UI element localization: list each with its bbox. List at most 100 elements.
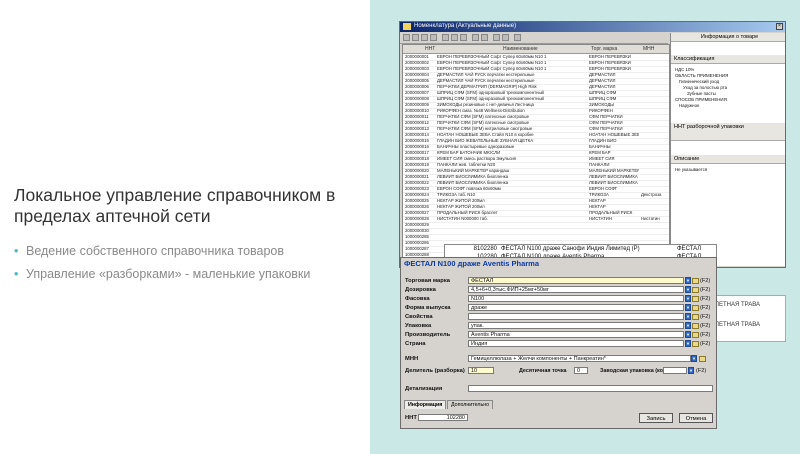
chevron-down-icon[interactable]: ▼ <box>685 304 691 311</box>
mnn-row: МНН Гемицеллюлаза + Желчи компоненты + П… <box>401 355 716 363</box>
field-label: Упаковка <box>405 323 432 329</box>
column-header-nnt[interactable]: ННТ <box>425 46 435 52</box>
tab-additional[interactable]: Дополнительно <box>447 400 494 409</box>
field-label: Форма выпуска <box>405 305 451 311</box>
window-title: Номенклатура (Актуальные данные) <box>414 23 517 29</box>
table-cell: ЕВРОН СОФТ <box>589 186 618 191</box>
factory-pack-field[interactable] <box>663 367 687 374</box>
field-input[interactable]: Aventis Pharma <box>468 331 684 338</box>
field-input[interactable]: 4,5+6+0,3тыс.ФИП+25мг+50мг <box>468 286 684 293</box>
table-cell: 2000000004 <box>405 72 429 77</box>
table-cell: ГЛАДИН БИО ЖЕВАТЕЛЬНЫЕ ЗУБНАЯ ЩЕТКА <box>437 138 534 143</box>
print-icon[interactable] <box>451 34 458 41</box>
nomenclature-grid[interactable]: ННТ Наименование Торг. марка МНН 2000000… <box>402 44 670 266</box>
sort-icon[interactable] <box>493 34 500 41</box>
tree-item[interactable]: Гигиенический уход <box>679 79 719 84</box>
chevron-down-icon[interactable]: ▼ <box>685 331 691 338</box>
table-cell: ПЕРЧАТКИ ДЕРМАГРИП (DERMAGRIP) High Risk <box>437 84 537 89</box>
decimal-field[interactable]: 0 <box>574 367 588 374</box>
export-icon[interactable] <box>472 34 479 41</box>
tab-information[interactable]: Информация <box>404 400 447 409</box>
table-cell: 2000000019 <box>405 162 429 167</box>
tree-item[interactable]: Наружное <box>679 103 700 108</box>
divisor-field[interactable]: 10 <box>468 367 494 374</box>
table-cell: НОАТАН НОШЕВЫЕ ЗЕБА <box>589 132 639 137</box>
mnn-field[interactable]: Гемицеллюлаза + Желчи компоненты + Панкр… <box>468 355 691 362</box>
form-row: Дозировка 4,5+6+0,3тыс.ФИП+25мг+50мг ▼ (F2) <box>401 286 716 294</box>
settings-icon[interactable] <box>502 34 509 41</box>
folder-icon[interactable] <box>692 323 699 329</box>
chevron-down-icon[interactable]: ▼ <box>688 367 694 374</box>
nnt-label: ННТ <box>405 415 417 421</box>
folder-icon[interactable] <box>692 287 699 293</box>
tree-item[interactable]: ОБЛАСТЬ ПРИМЕНЕНИЯ <box>675 73 728 78</box>
chevron-down-icon[interactable]: ▼ <box>685 313 691 320</box>
form-row: Страна Индия ▼ (F2) <box>401 340 716 348</box>
table-cell: МАЛЕНЬКИЙ МАРКЕТЕР <box>589 168 639 173</box>
cut-icon[interactable] <box>421 34 428 41</box>
field-input[interactable] <box>468 313 684 320</box>
column-header-mnn[interactable]: МНН <box>643 46 654 52</box>
field-input[interactable]: N100 <box>468 295 684 302</box>
classification-header: Классификация <box>671 55 785 64</box>
save-button[interactable]: Запись <box>639 413 673 423</box>
new-icon[interactable] <box>403 34 410 41</box>
table-cell: ЗИМОХОДЫ резиновые с нет-девичья Лестниц… <box>437 102 534 107</box>
chevron-down-icon[interactable]: ▼ <box>685 295 691 302</box>
cancel-button[interactable]: Отмена <box>679 413 713 423</box>
nomenclature-window: Номенклатура (Актуальные данные) × ННТ Н… <box>399 21 786 268</box>
tree-item[interactable]: СПОСОБ ПРИМЕНЕНИЯ <box>675 97 727 102</box>
chevron-down-icon[interactable]: ▼ <box>685 340 691 347</box>
tree-item[interactable]: Зубные пасты <box>687 91 716 96</box>
table-cell: НОАТАН НОШЕВЫЕ ЗЕБА Стайл N10 в коробке <box>437 132 534 137</box>
field-input[interactable]: Индия <box>468 340 684 347</box>
promo-bullet-list: Ведение собственного справочника товаров… <box>14 240 310 286</box>
product-list-row[interactable]: 8102280 ФЕСТАЛ N100 драже Санофи Индия Ли… <box>445 245 716 253</box>
folder-icon[interactable] <box>692 305 699 311</box>
folder-icon[interactable] <box>692 278 699 284</box>
table-cell: 2000000018 <box>405 156 429 161</box>
table-cell: БАНИЧНЫ пластыревые одноразовые <box>437 144 515 149</box>
nnt-field[interactable]: 102280 <box>418 414 468 421</box>
field-input[interactable]: драже <box>468 304 684 311</box>
copy-icon[interactable] <box>412 34 419 41</box>
table-cell: ПАНКАЛИ жев. таблетки N20 <box>437 162 496 167</box>
folder-icon[interactable] <box>692 296 699 302</box>
folder-icon[interactable] <box>699 356 706 362</box>
tree-item[interactable]: НДС 10% <box>675 67 694 72</box>
edit-icon[interactable] <box>430 34 437 41</box>
close-icon[interactable]: × <box>776 23 783 30</box>
column-header-brand[interactable]: Торг. марка <box>591 46 617 52</box>
decimal-label: Десятичная точка <box>519 368 567 374</box>
chevron-down-icon[interactable]: ▼ <box>685 277 691 284</box>
tree-item[interactable]: Уход за полостью рта <box>683 85 727 90</box>
folder-icon[interactable] <box>692 314 699 320</box>
table-cell: 2000000023 <box>405 186 429 191</box>
f2-hint: (F2) <box>700 323 711 329</box>
table-cell: ЕВРОН ПЕРЕВЯЗОЧНЫЙ Софт Супер 60х60мм N1… <box>437 60 547 65</box>
divisor-label: Делитель (разборка) <box>405 368 465 374</box>
product-name: ФЕСТАЛ N100 драже Санофи Индия Лимитед (… <box>501 246 640 252</box>
table-cell: ШПРИЦ СФМ <box>589 90 617 95</box>
folder-icon[interactable] <box>692 332 699 338</box>
table-cell: ТРИКОЗА <box>589 192 609 197</box>
filter-icon[interactable] <box>442 34 449 41</box>
field-input[interactable]: упак. <box>468 322 684 329</box>
folder-icon[interactable] <box>692 341 699 347</box>
promo-bullet-item: Управление «разборками» - маленькие упак… <box>14 263 310 286</box>
form-row: Форма выпуска драже ▼ (F2) <box>401 304 716 312</box>
table-cell: ПАНКАЛИ <box>589 162 610 167</box>
chevron-down-icon[interactable]: ▼ <box>685 286 691 293</box>
refresh-icon[interactable] <box>481 34 488 41</box>
detail-field[interactable] <box>468 385 713 392</box>
table-cell: ЛЕВИИТ БИОСЛИМИКА биопленка <box>437 180 509 185</box>
find-icon[interactable] <box>460 34 467 41</box>
field-input[interactable]: ФЕСТАЛ <box>468 277 684 284</box>
column-header-name[interactable]: Наименование <box>503 46 538 52</box>
table-cell: НЕКТАР <box>589 204 606 209</box>
chevron-down-icon[interactable]: ▼ <box>691 355 697 362</box>
detail-row: Детализация <box>401 385 716 393</box>
table-cell: ШПРИЦ СФМ (SFM) одноразовый трехкомпонен… <box>437 96 544 101</box>
chevron-down-icon[interactable]: ▼ <box>685 322 691 329</box>
help-icon[interactable] <box>514 34 521 41</box>
